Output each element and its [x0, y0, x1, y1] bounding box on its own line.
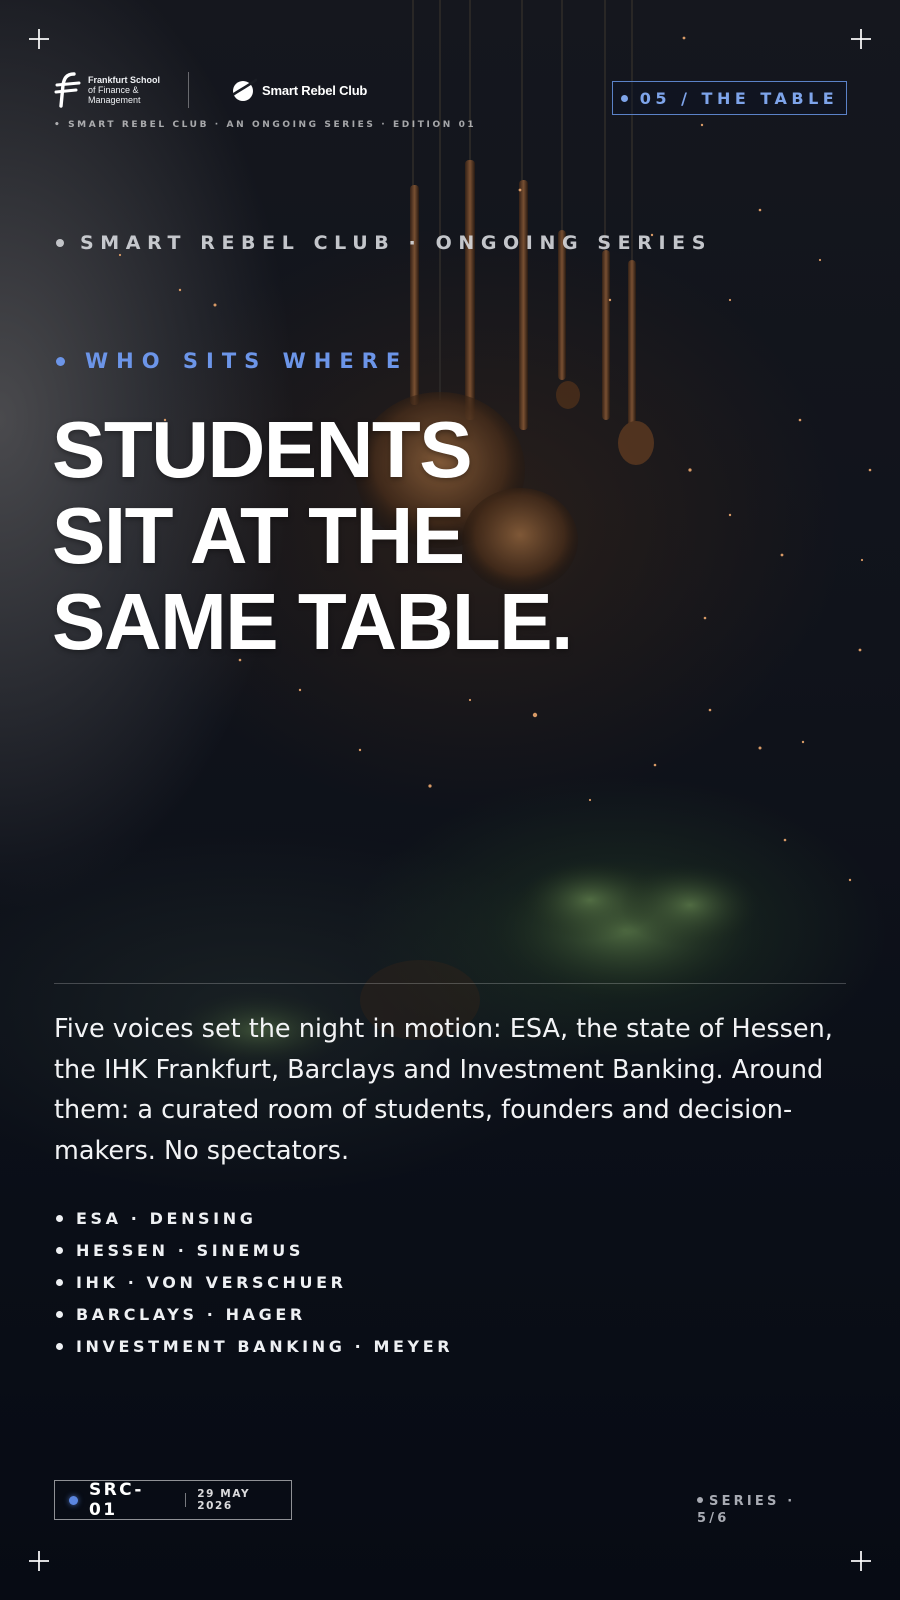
voice-label: ESA · DENSING — [76, 1208, 257, 1228]
corner-crosshair-icon — [29, 29, 49, 49]
bullet-dot-icon — [56, 1246, 63, 1254]
page-title: STUDENTS SIT AT THE SAME TABLE. — [52, 405, 573, 666]
logo-divider — [188, 72, 190, 108]
list-item: IHK · VON VERSCHUER — [56, 1266, 453, 1298]
series-heading: SMART REBEL CLUB · ONGOING SERIES — [56, 232, 712, 254]
series-heading-text: SMART REBEL CLUB · ONGOING SERIES — [80, 232, 712, 254]
series-label: SERIES · — [709, 1494, 796, 1509]
lede-paragraph: Five voices set the night in motion: ESA… — [54, 1014, 833, 1166]
school-name-line: Management — [88, 95, 141, 105]
club-wordmark: Smart Rebel Club — [262, 82, 368, 98]
list-item: BARCLAYS · HAGER — [56, 1298, 453, 1330]
chapter-badge-label: 05 / THE TABLE — [639, 88, 839, 108]
list-item: INVESTMENT BANKING · MEYER — [56, 1330, 453, 1362]
eyebrow-text: WHO SITS WHERE — [85, 349, 409, 373]
list-item: HESSEN · SINEMUS — [56, 1234, 453, 1266]
voice-label: INVESTMENT BANKING · MEYER — [76, 1336, 454, 1356]
smart-rebel-club-logo: Smart Rebel Club — [231, 78, 367, 102]
badge-separator — [185, 1493, 187, 1507]
list-item: ESA · DENSING — [56, 1202, 453, 1234]
voices-list: ESA · DENSING HESSEN · SINEMUS IHK · VON… — [56, 1202, 453, 1362]
voice-label: HESSEN · SINEMUS — [76, 1240, 305, 1260]
headline-line: SIT AT THE — [52, 491, 465, 580]
event-code: SRC-01 — [89, 1480, 144, 1520]
corner-crosshair-icon — [851, 29, 871, 49]
section-eyebrow: WHO SITS WHERE — [56, 349, 408, 373]
frankfurt-school-wordmark: Frankfurt School of Finance & Management — [88, 75, 160, 105]
bullet-dot-icon — [56, 239, 64, 247]
corner-crosshair-icon — [29, 1551, 49, 1571]
bullet-dot-icon — [697, 1496, 703, 1503]
chapter-badge: 05 / THE TABLE — [612, 81, 847, 115]
brand-logos: Frankfurt School of Finance & Management… — [54, 70, 367, 110]
frankfurt-school-f-icon — [54, 72, 81, 108]
corner-crosshair-icon — [851, 1551, 871, 1571]
voice-label: BARCLAYS · HAGER — [76, 1304, 306, 1324]
bullet-dot-icon — [56, 1310, 63, 1318]
headline-line: SAME TABLE. — [52, 577, 573, 666]
event-date: 29 MAY 2026 — [197, 1488, 251, 1512]
bullet-dot-icon — [56, 356, 65, 366]
school-name-line: of Finance & — [88, 85, 139, 95]
voice-label: IHK · VON VERSCHUER — [76, 1272, 347, 1292]
smart-rebel-swoosh-icon — [232, 78, 258, 101]
event-code-badge: SRC-01 29 MAY 2026 — [54, 1480, 292, 1520]
series-position: 5/6 — [697, 1511, 730, 1526]
series-counter: SERIES · 5/6 — [697, 1493, 827, 1527]
bullet-dot-icon — [56, 1342, 63, 1350]
status-dot-icon — [69, 1495, 78, 1505]
bullet-dot-icon — [56, 1214, 63, 1222]
divider-line — [54, 983, 846, 984]
edition-tagline: • SMART REBEL CLUB · AN ONGOING SERIES ·… — [54, 120, 477, 130]
headline-line: STUDENTS — [52, 405, 473, 494]
frankfurt-school-logo: Frankfurt School of Finance & Management — [54, 72, 160, 108]
bullet-dot-icon — [56, 1278, 63, 1286]
school-name-line: Frankfurt School — [88, 75, 161, 85]
badge-dot-icon — [620, 94, 628, 102]
